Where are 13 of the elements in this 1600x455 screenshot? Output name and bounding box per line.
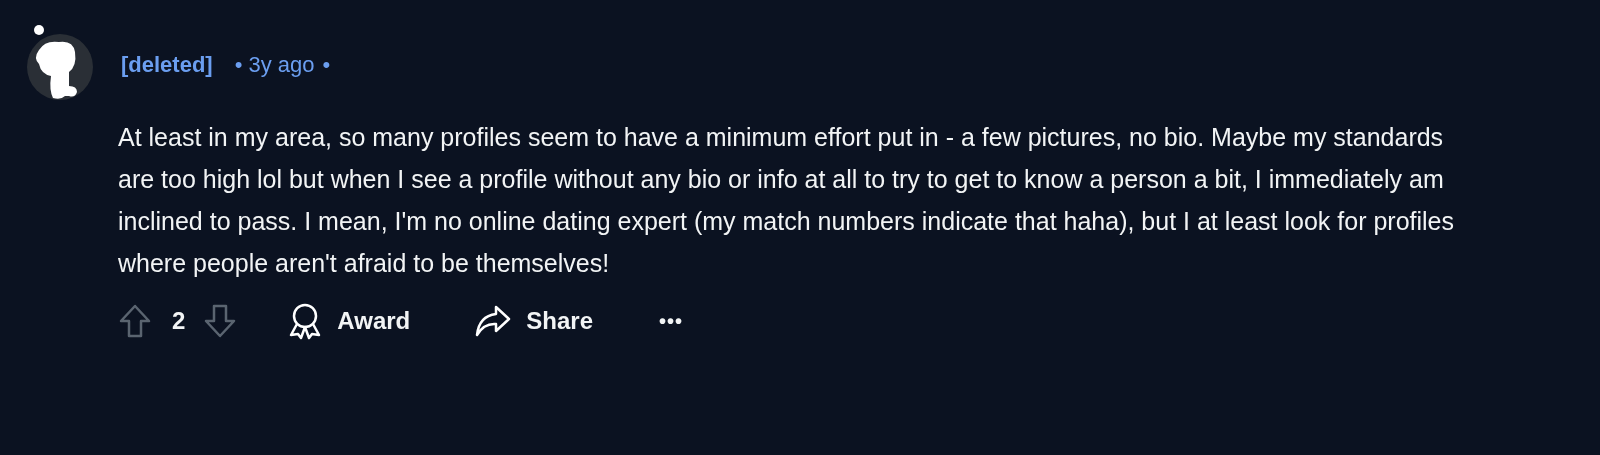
- avatar-icon: [25, 24, 95, 100]
- timestamp: 3y ago: [248, 50, 315, 79]
- comment-text: At least in my area, so many profiles seem to have a minimum effort put in - a few pictures, no bio. Maybe my standards are too high lol but when I see a profile without any bio or info at all to try to get to know a person a bit, I immediately am inclined to pass. I mean, I'm no online dating expert (my match numbers indicate that haha), but I at least look for profiles where people aren't afraid to be themselves!: [118, 122, 1456, 279]
- share-icon: [474, 304, 513, 338]
- upvote-icon[interactable]: [118, 303, 152, 339]
- downvote-icon[interactable]: [203, 303, 238, 339]
- award-button[interactable]: Award: [287, 302, 411, 340]
- share-button[interactable]: Share: [474, 303, 593, 339]
- username[interactable]: [deleted]: [121, 47, 213, 81]
- more-options-button[interactable]: •••: [659, 306, 683, 336]
- separator: •: [234, 50, 243, 79]
- separator: •: [322, 50, 331, 79]
- vote-count: 2: [172, 306, 186, 336]
